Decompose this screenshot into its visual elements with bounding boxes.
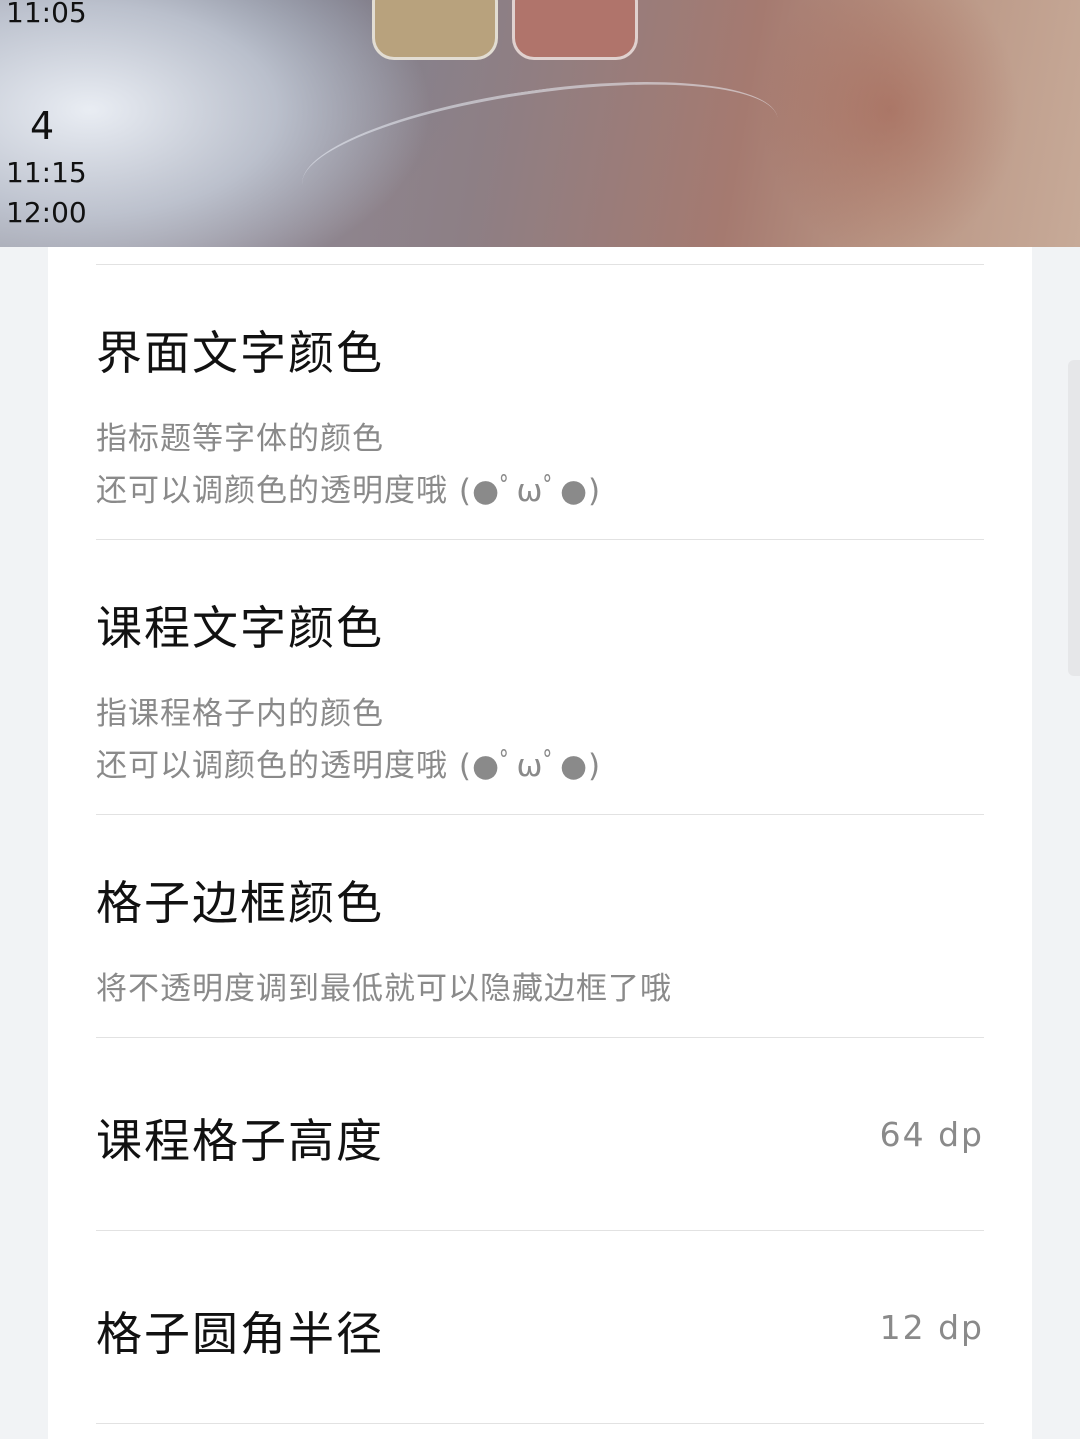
time-label: 11:05 xyxy=(6,0,87,29)
period-number: 4 xyxy=(30,104,55,148)
setting-title: 课程格子高度 xyxy=(96,1114,384,1168)
course-color-swatch-1 xyxy=(372,0,498,60)
background-preview: 11:05 4 11:15 12:00 xyxy=(0,0,1080,247)
setting-title: 格子边框颜色 xyxy=(96,876,384,930)
setting-course-text-color[interactable]: 课程文字颜色 指课程格子内的颜色 还可以调颜色的透明度哦 (●ﾟωﾟ●) xyxy=(96,540,984,814)
setting-description: 指标题等字体的颜色 xyxy=(96,421,384,457)
time-column: 11:05 4 11:15 12:00 xyxy=(0,0,87,247)
setting-value: 64 dp xyxy=(879,1115,984,1154)
settings-card: 界面文字颜色 指标题等字体的颜色 还可以调颜色的透明度哦 (●ﾟωﾟ●) 课程文… xyxy=(48,247,1032,1439)
setting-description: 还可以调颜色的透明度哦 (●ﾟωﾟ●) xyxy=(96,473,602,509)
setting-ui-text-color[interactable]: 界面文字颜色 指标题等字体的颜色 还可以调颜色的透明度哦 (●ﾟωﾟ●) xyxy=(96,265,984,539)
preview-wave-foam xyxy=(293,57,787,246)
setting-description: 还可以调颜色的透明度哦 (●ﾟωﾟ●) xyxy=(96,748,602,784)
time-label: 11:15 xyxy=(6,156,87,189)
setting-title: 界面文字颜色 xyxy=(96,326,384,380)
setting-value: 12 dp xyxy=(879,1308,984,1347)
setting-description: 指课程格子内的颜色 xyxy=(96,696,384,732)
setting-border-color[interactable]: 格子边框颜色 将不透明度调到最低就可以隐藏边框了哦 xyxy=(96,815,984,1037)
setting-cell-height[interactable]: 课程格子高度 64 dp xyxy=(96,1038,984,1230)
preview-wet-sand xyxy=(760,0,1020,247)
setting-corner-radius[interactable]: 格子圆角半径 12 dp xyxy=(96,1231,984,1423)
divider xyxy=(96,1423,984,1424)
setting-description: 将不透明度调到最低就可以隐藏边框了哦 xyxy=(96,971,672,1007)
setting-title: 格子圆角半径 xyxy=(96,1307,384,1361)
course-color-swatch-2 xyxy=(512,0,638,60)
scrollbar[interactable] xyxy=(1068,360,1080,676)
time-label: 12:00 xyxy=(6,196,87,229)
setting-title: 课程文字颜色 xyxy=(96,601,384,655)
